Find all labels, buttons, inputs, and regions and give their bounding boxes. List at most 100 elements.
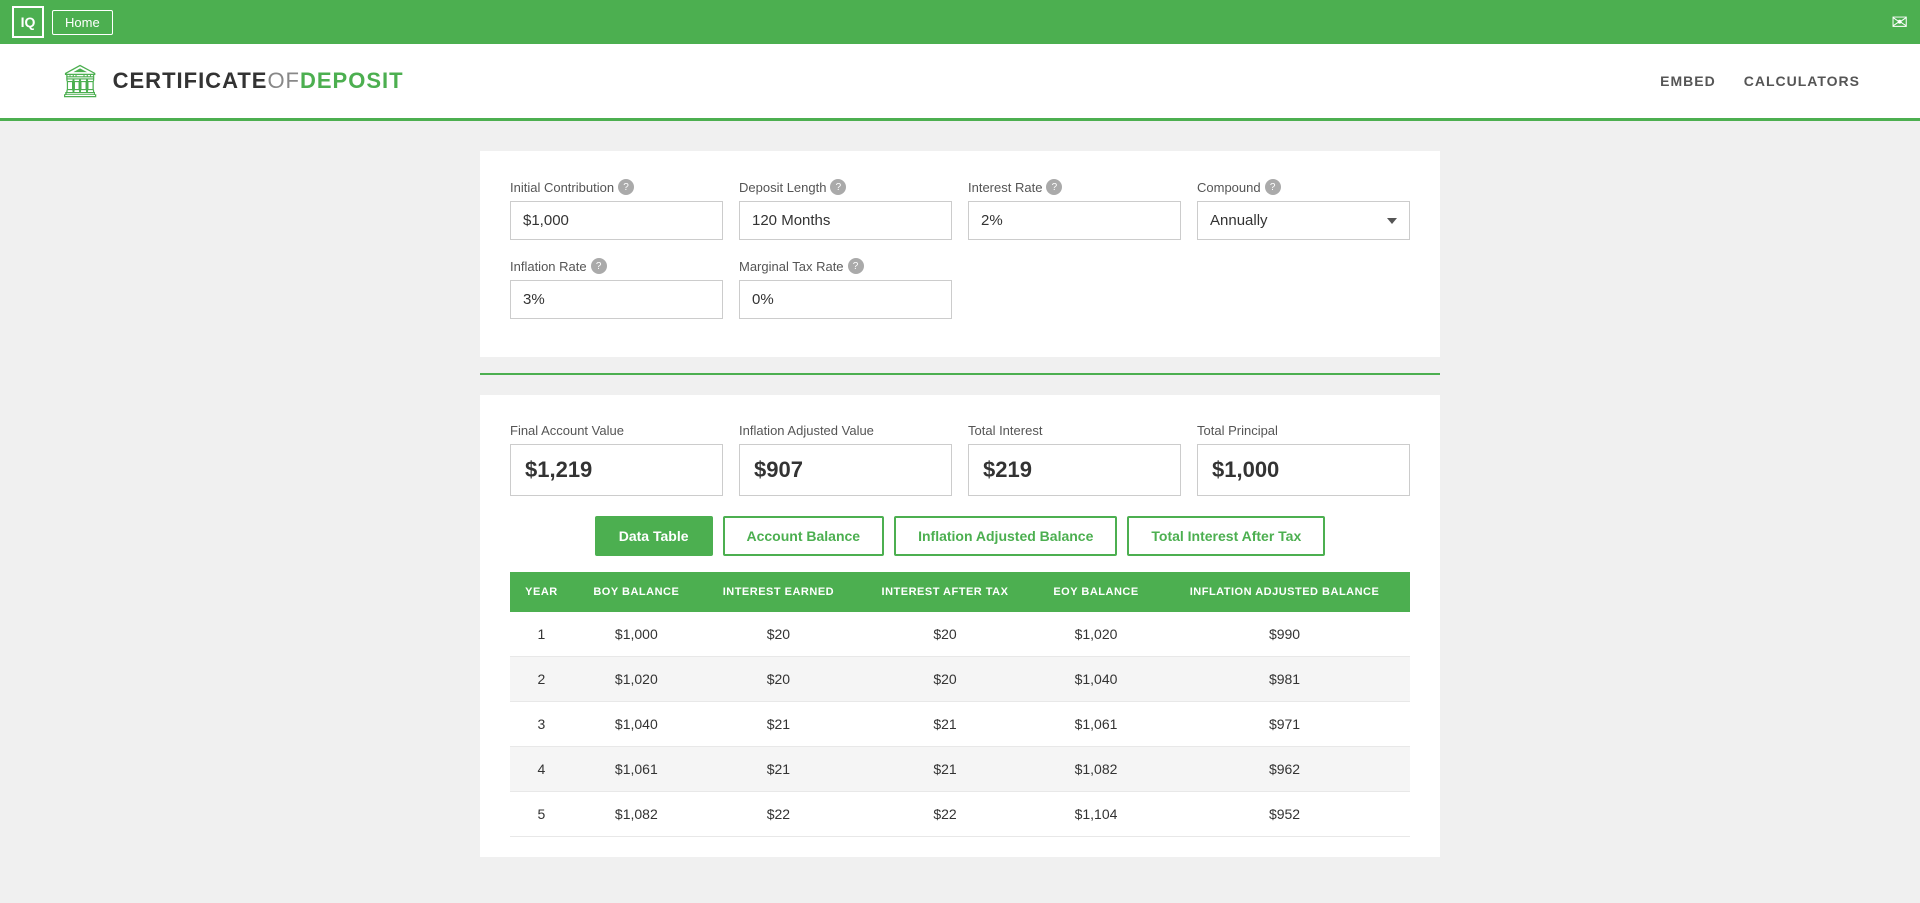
table-cell-0-5: $990 (1159, 612, 1410, 657)
col-boy-balance: BOY BALANCE (573, 572, 700, 612)
home-button[interactable]: Home (52, 10, 113, 35)
table-cell-1-2: $20 (700, 657, 857, 702)
data-table: YEAR BOY BALANCE INTEREST EARNED INTERES… (510, 572, 1410, 837)
table-cell-4-4: $1,104 (1033, 792, 1159, 837)
mail-icon[interactable]: ✉ (1891, 10, 1908, 35)
table-cell-3-2: $21 (700, 747, 857, 792)
total-interest-label: Total Interest (968, 423, 1181, 438)
section-divider (480, 373, 1440, 375)
brand: 🏛 CERTIFICATEOFDEPOSIT (60, 62, 404, 100)
table-cell-1-5: $981 (1159, 657, 1410, 702)
compound-select[interactable]: Daily Monthly Quarterly Annually (1197, 201, 1410, 240)
total-interest-group: Total Interest $219 (968, 423, 1181, 496)
table-row: 3$1,040$21$21$1,061$971 (510, 702, 1410, 747)
results-section: Final Account Value $1,219 Inflation Adj… (480, 395, 1440, 857)
table-cell-1-1: $1,020 (573, 657, 700, 702)
interest-rate-label: Interest Rate ? (968, 179, 1181, 195)
table-row: 1$1,000$20$20$1,020$990 (510, 612, 1410, 657)
table-cell-3-4: $1,082 (1033, 747, 1159, 792)
compound-help-icon[interactable]: ? (1265, 179, 1281, 195)
data-table-button[interactable]: Data Table (595, 516, 713, 556)
final-account-value: $1,219 (510, 444, 723, 496)
nav-calculators[interactable]: CALCULATORS (1744, 73, 1860, 89)
table-cell-4-0: 5 (510, 792, 573, 837)
marginal-tax-group: Marginal Tax Rate ? (739, 258, 952, 319)
bank-icon: 🏛 (60, 62, 101, 100)
nav-embed[interactable]: EMBED (1660, 73, 1716, 89)
main-content: Initial Contribution ? Deposit Length ? … (460, 121, 1460, 903)
chart-buttons: Data Table Account Balance Inflation Adj… (510, 516, 1410, 556)
inflation-adjusted-balance-button[interactable]: Inflation Adjusted Balance (894, 516, 1117, 556)
table-cell-2-0: 3 (510, 702, 573, 747)
input-row-2: Inflation Rate ? Marginal Tax Rate ? (510, 258, 1410, 319)
brand-text: CERTIFICATEOFDEPOSIT (113, 68, 404, 94)
deposit-length-group: Deposit Length ? (739, 179, 952, 240)
header-nav: EMBED CALCULATORS (1660, 73, 1860, 89)
table-cell-3-5: $962 (1159, 747, 1410, 792)
inflation-rate-help-icon[interactable]: ? (591, 258, 607, 274)
input-row-1: Initial Contribution ? Deposit Length ? … (510, 179, 1410, 240)
inflation-rate-group: Inflation Rate ? (510, 258, 723, 319)
inflation-rate-input[interactable] (510, 280, 723, 319)
compound-group: Compound ? Daily Monthly Quarterly Annua… (1197, 179, 1410, 240)
interest-rate-group: Interest Rate ? (968, 179, 1181, 240)
inflation-rate-label: Inflation Rate ? (510, 258, 723, 274)
final-account-value-group: Final Account Value $1,219 (510, 423, 723, 496)
marginal-tax-label: Marginal Tax Rate ? (739, 258, 952, 274)
table-cell-1-0: 2 (510, 657, 573, 702)
col-interest-earned: INTEREST EARNED (700, 572, 857, 612)
table-cell-0-3: $20 (857, 612, 1033, 657)
initial-contribution-input[interactable] (510, 201, 723, 240)
table-cell-2-4: $1,061 (1033, 702, 1159, 747)
col-interest-after-tax: INTEREST AFTER TAX (857, 572, 1033, 612)
table-row: 5$1,082$22$22$1,104$952 (510, 792, 1410, 837)
col-inflation-adjusted: INFLATION ADJUSTED BALANCE (1159, 572, 1410, 612)
final-account-value-label: Final Account Value (510, 423, 723, 438)
col-year: YEAR (510, 572, 573, 612)
table-cell-1-3: $20 (857, 657, 1033, 702)
spacer-2 (1197, 258, 1410, 319)
table-cell-4-5: $952 (1159, 792, 1410, 837)
marginal-tax-help-icon[interactable]: ? (848, 258, 864, 274)
total-interest-after-tax-button[interactable]: Total Interest After Tax (1127, 516, 1325, 556)
results-row: Final Account Value $1,219 Inflation Adj… (510, 423, 1410, 496)
total-principal-label: Total Principal (1197, 423, 1410, 438)
inflation-adjusted-value: $907 (739, 444, 952, 496)
table-row: 2$1,020$20$20$1,040$981 (510, 657, 1410, 702)
table-cell-4-3: $22 (857, 792, 1033, 837)
iq-logo: IQ (12, 6, 44, 38)
table-cell-0-4: $1,020 (1033, 612, 1159, 657)
table-cell-0-0: 1 (510, 612, 573, 657)
table-cell-4-2: $22 (700, 792, 857, 837)
spacer-1 (968, 258, 1181, 319)
table-cell-3-1: $1,061 (573, 747, 700, 792)
top-bar-left: IQ Home (12, 6, 113, 38)
total-principal-group: Total Principal $1,000 (1197, 423, 1410, 496)
top-bar: IQ Home ✉ (0, 0, 1920, 44)
input-section: Initial Contribution ? Deposit Length ? … (480, 151, 1440, 357)
table-cell-0-2: $20 (700, 612, 857, 657)
account-balance-button[interactable]: Account Balance (723, 516, 885, 556)
marginal-tax-input[interactable] (739, 280, 952, 319)
total-interest-value: $219 (968, 444, 1181, 496)
data-table-container: YEAR BOY BALANCE INTEREST EARNED INTERES… (510, 572, 1410, 837)
table-cell-3-0: 4 (510, 747, 573, 792)
initial-contribution-help-icon[interactable]: ? (618, 179, 634, 195)
table-cell-2-3: $21 (857, 702, 1033, 747)
table-cell-3-3: $21 (857, 747, 1033, 792)
table-cell-0-1: $1,000 (573, 612, 700, 657)
col-eoy-balance: EOY BALANCE (1033, 572, 1159, 612)
table-row: 4$1,061$21$21$1,082$962 (510, 747, 1410, 792)
inflation-adjusted-group: Inflation Adjusted Value $907 (739, 423, 952, 496)
deposit-length-label: Deposit Length ? (739, 179, 952, 195)
interest-rate-help-icon[interactable]: ? (1046, 179, 1062, 195)
deposit-length-help-icon[interactable]: ? (830, 179, 846, 195)
interest-rate-input[interactable] (968, 201, 1181, 240)
deposit-length-input[interactable] (739, 201, 952, 240)
table-cell-2-5: $971 (1159, 702, 1410, 747)
site-header: 🏛 CERTIFICATEOFDEPOSIT EMBED CALCULATORS (0, 44, 1920, 121)
table-cell-4-1: $1,082 (573, 792, 700, 837)
table-cell-2-1: $1,040 (573, 702, 700, 747)
table-cell-2-2: $21 (700, 702, 857, 747)
table-cell-1-4: $1,040 (1033, 657, 1159, 702)
